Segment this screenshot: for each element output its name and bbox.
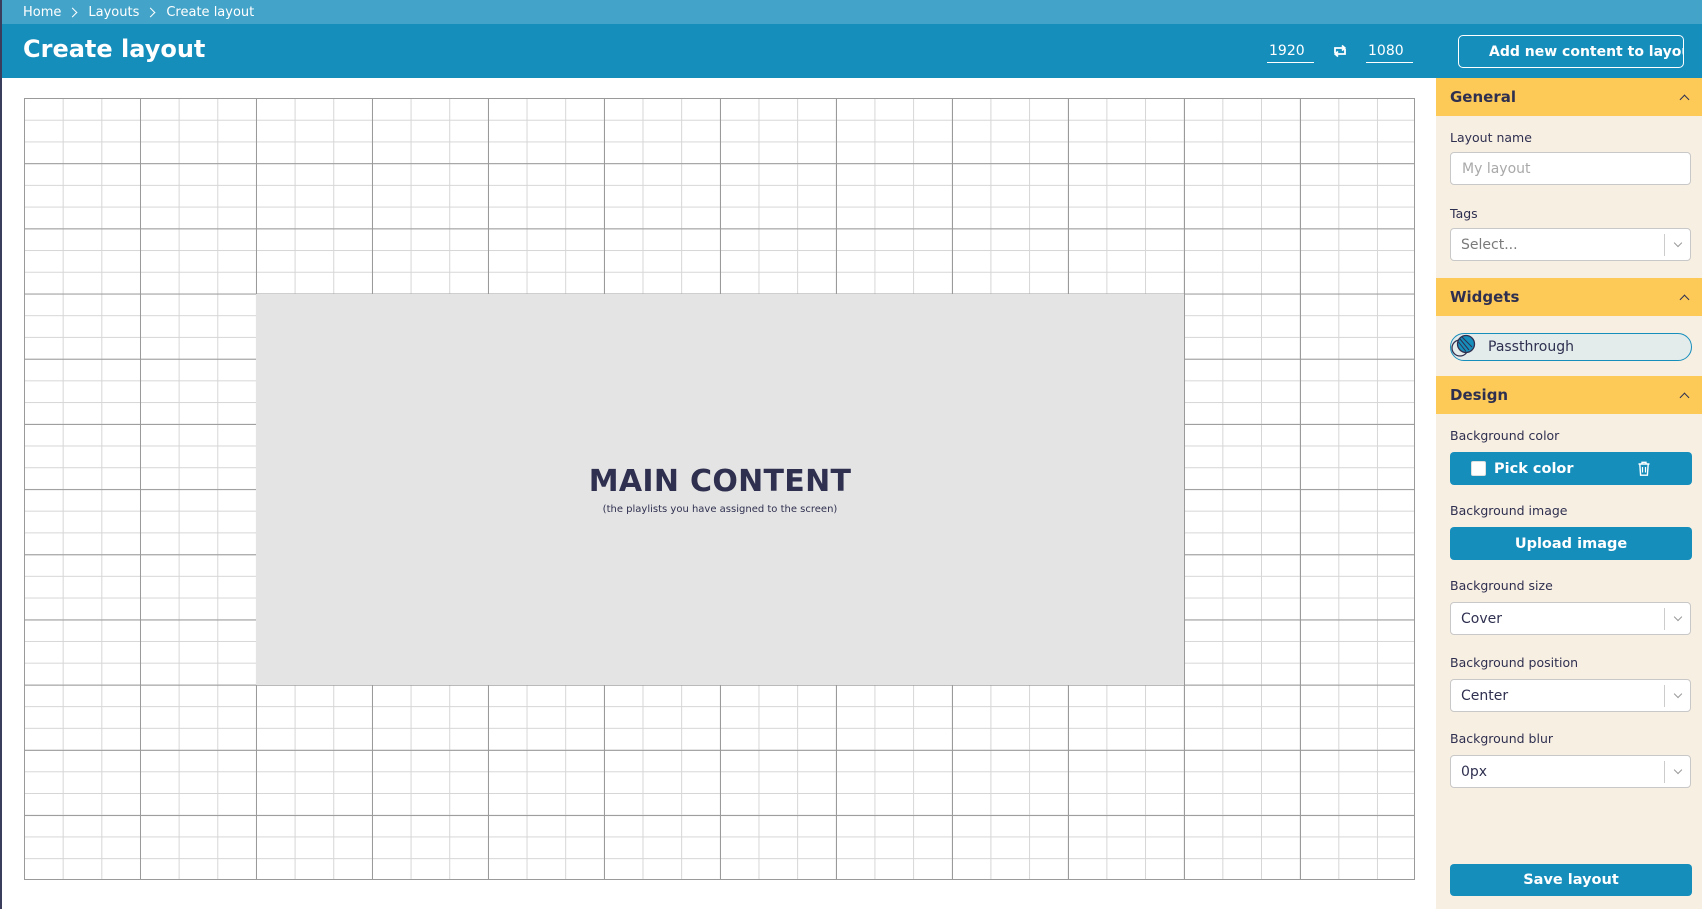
section-general-header[interactable]: General: [1436, 78, 1702, 116]
chevron-down-icon: [1665, 612, 1690, 621]
main-content-region[interactable]: MAIN CONTENT (the playlists you have ass…: [256, 294, 1184, 685]
layout-width-input[interactable]: [1267, 40, 1314, 63]
swap-dimensions-icon[interactable]: [1330, 41, 1350, 61]
add-new-content-button[interactable]: Add new content to layout: [1458, 35, 1684, 68]
passthrough-icon: [1451, 334, 1476, 357]
bg-position-select-value: Center: [1461, 687, 1509, 704]
layout-grid[interactable]: MAIN CONTENT (the playlists you have ass…: [24, 98, 1415, 880]
chevron-right-icon: [145, 7, 156, 17]
section-widgets-title: Widgets: [1450, 288, 1520, 306]
breadcrumb-home[interactable]: Home: [23, 5, 61, 20]
layout-name-input[interactable]: [1450, 152, 1691, 185]
chevron-right-icon: [67, 7, 78, 17]
chevron-up-icon: [1679, 294, 1690, 304]
breadcrumb-layouts[interactable]: Layouts: [88, 5, 139, 20]
page-title: Create layout: [23, 35, 206, 63]
bg-blur-select[interactable]: 0px: [1450, 755, 1691, 788]
bg-position-select[interactable]: Center: [1450, 679, 1691, 712]
pick-color-button[interactable]: Pick color: [1450, 452, 1692, 485]
tags-label: Tags: [1450, 206, 1478, 221]
bg-size-select[interactable]: Cover: [1450, 602, 1691, 635]
chevron-down-icon: [1665, 765, 1690, 774]
region-subtitle: (the playlists you have assigned to the …: [602, 504, 838, 515]
section-widgets-header[interactable]: Widgets: [1436, 278, 1702, 316]
chevron-up-icon: [1679, 94, 1690, 104]
region-title: MAIN CONTENT: [588, 464, 852, 499]
trash-icon[interactable]: [1636, 460, 1652, 477]
chevron-down-icon: [1665, 689, 1690, 698]
bg-blur-label: Background blur: [1450, 731, 1554, 746]
bg-color-label: Background color: [1450, 428, 1560, 443]
upload-image-button[interactable]: Upload image: [1450, 527, 1692, 560]
tags-select-value: Select...: [1461, 236, 1518, 253]
layout-name-label: Layout name: [1450, 130, 1532, 145]
section-general-title: General: [1450, 88, 1516, 106]
bg-image-label: Background image: [1450, 503, 1568, 518]
tags-select[interactable]: Select...: [1450, 228, 1691, 261]
bg-size-label: Background size: [1450, 578, 1553, 593]
widget-passthrough[interactable]: Passthrough: [1450, 333, 1692, 361]
layout-height-input[interactable]: [1366, 40, 1413, 63]
bg-size-select-value: Cover: [1461, 610, 1502, 627]
widget-passthrough-label: Passthrough: [1488, 339, 1574, 355]
section-design-title: Design: [1450, 386, 1509, 404]
save-layout-button[interactable]: Save layout: [1450, 864, 1692, 896]
chevron-up-icon: [1679, 392, 1690, 402]
bg-position-label: Background position: [1450, 655, 1579, 670]
bg-blur-select-value: 0px: [1461, 763, 1488, 780]
window-edge: [0, 0, 2, 909]
chevron-down-icon: [1665, 238, 1690, 247]
pick-color-label: Pick color: [1494, 460, 1574, 477]
settings-sidebar: General Layout name Tags Select... Widge…: [1436, 78, 1702, 909]
page-header: Create layout Add new content to layout: [0, 24, 1702, 78]
section-design-header[interactable]: Design: [1436, 376, 1702, 414]
color-swatch: [1471, 461, 1486, 476]
breadcrumb-current: Create layout: [166, 4, 255, 20]
breadcrumb: Home Layouts Create layout: [0, 0, 1702, 24]
layout-canvas-area: MAIN CONTENT (the playlists you have ass…: [2, 78, 1436, 909]
